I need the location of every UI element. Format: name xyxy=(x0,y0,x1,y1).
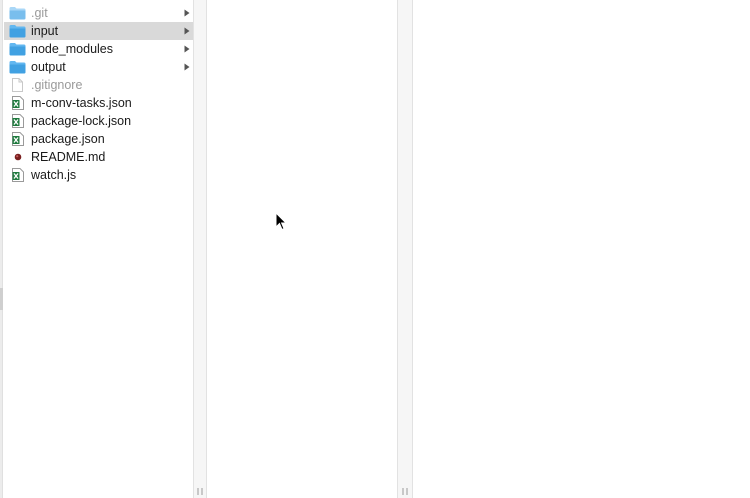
item-label: package-lock.json xyxy=(31,114,132,128)
column-divider-1[interactable] xyxy=(193,0,207,498)
list-item[interactable]: package-lock.json xyxy=(4,112,193,130)
folder-icon xyxy=(9,60,26,74)
window-edge-grip[interactable] xyxy=(0,288,3,310)
column-2[interactable] xyxy=(207,0,397,498)
list-item[interactable]: .git xyxy=(4,4,193,22)
item-label: .gitignore xyxy=(31,78,83,92)
chevron-right-icon[interactable] xyxy=(184,9,190,17)
chevron-right-icon[interactable] xyxy=(184,45,190,53)
markdown-dot-icon xyxy=(9,150,26,164)
item-label: m-conv-tasks.json xyxy=(31,96,132,110)
excel-document-icon xyxy=(9,96,26,110)
item-label: package.json xyxy=(31,132,105,146)
column-resize-handle-2[interactable] xyxy=(402,488,408,495)
item-label: watch.js xyxy=(31,168,77,182)
item-label: README.md xyxy=(31,150,106,164)
column-1[interactable]: .git input node_modulesoutput .gitignore m-c… xyxy=(4,0,193,498)
list-item[interactable]: watch.js xyxy=(4,166,193,184)
excel-document-icon xyxy=(9,132,26,146)
chevron-right-icon[interactable] xyxy=(184,63,190,71)
item-label: .git xyxy=(31,6,48,20)
item-label: output xyxy=(31,60,66,74)
finder-column-browser: .git input node_modulesoutput .gitignore m-c… xyxy=(0,0,750,498)
item-label: node_modules xyxy=(31,42,114,56)
mouse-cursor-icon xyxy=(275,212,287,231)
window-left-edge xyxy=(0,0,3,498)
column-3[interactable] xyxy=(413,0,750,498)
list-item[interactable]: node_modules xyxy=(4,40,193,58)
list-item[interactable]: m-conv-tasks.json xyxy=(4,94,193,112)
excel-document-icon xyxy=(9,114,26,128)
folder-icon xyxy=(9,24,26,38)
list-item[interactable]: README.md xyxy=(4,148,193,166)
column-resize-handle-1[interactable] xyxy=(197,488,203,495)
excel-document-icon xyxy=(9,168,26,182)
folder-icon xyxy=(9,6,26,20)
folder-icon xyxy=(9,42,26,56)
list-item[interactable]: output xyxy=(4,58,193,76)
item-label: input xyxy=(31,24,59,38)
list-item[interactable]: package.json xyxy=(4,130,193,148)
column-divider-2[interactable] xyxy=(397,0,413,498)
list-item[interactable]: .gitignore xyxy=(4,76,193,94)
list-item[interactable]: input xyxy=(4,22,193,40)
blank-document-icon xyxy=(9,78,26,92)
chevron-right-icon[interactable] xyxy=(184,27,190,35)
